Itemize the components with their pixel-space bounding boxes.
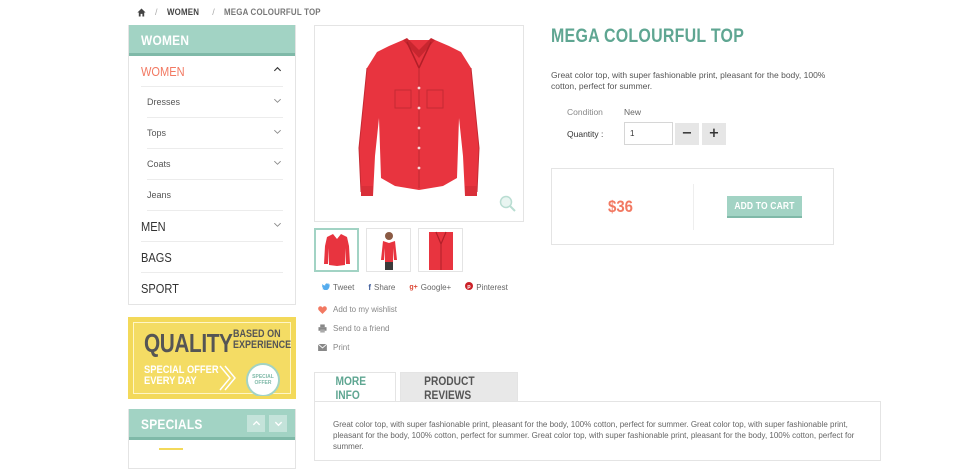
envelope-icon — [318, 344, 327, 351]
sidebar-item-label: SPORT — [141, 281, 179, 296]
quality-banner[interactable]: QUALITY BASED ON EXPERIENCE SPECIAL OFFE… — [128, 317, 296, 399]
sidebar-item-women[interactable]: WOMEN — [141, 56, 283, 87]
breadcrumb: / WOMEN / MEGA COLOURFUL TOP — [137, 5, 334, 19]
zoom-icon[interactable] — [499, 195, 517, 215]
sidebar-item-label: Jeans — [147, 190, 172, 200]
tweet-button[interactable]: Tweet — [322, 282, 354, 292]
product-short-description: Great color top, with super fashionable … — [551, 70, 826, 91]
facebook-icon: f — [368, 282, 372, 292]
product-condition: Condition New — [567, 105, 641, 119]
buy-box: $36 ADD TO CART — [551, 168, 834, 245]
quantity-label: Quantity : — [567, 128, 604, 139]
sidebar-item-bags[interactable]: BAGS — [141, 242, 283, 273]
sidebar-item-label: Coats — [147, 159, 171, 169]
google-plus-icon: g+ — [409, 283, 418, 291]
chevron-down-icon[interactable] — [273, 220, 281, 228]
chevron-down-icon[interactable] — [273, 127, 281, 135]
specials-item-preview — [129, 440, 295, 466]
breadcrumb-women[interactable]: WOMEN — [167, 7, 199, 17]
sidebar-item-coats[interactable]: Coats — [147, 149, 283, 180]
divider — [693, 184, 694, 230]
category-block: WOMEN WOMEN Dresses Tops Coats Jeans MEN… — [128, 25, 296, 305]
facebook-share-button[interactable]: f Share — [368, 282, 395, 292]
pinterest-button[interactable]: p Pinterest — [465, 282, 508, 292]
breadcrumb-separator: / — [155, 7, 158, 17]
category-block-title: WOMEN — [129, 25, 295, 56]
sidebar-item-label: Tops — [147, 128, 167, 138]
product-tabs: MORE INFO PRODUCT REVIEWS — [314, 372, 518, 402]
pinterest-icon: p — [465, 282, 474, 292]
share-bar: Tweet f Share g+ Google+ p Pinterest — [322, 282, 508, 292]
banner-subheading: BASED ON EXPERIENCE — [233, 328, 292, 351]
add-to-cart-button[interactable]: ADD TO CART — [727, 196, 802, 218]
chevron-right-icon — [218, 365, 236, 393]
sidebar: WOMEN WOMEN Dresses Tops Coats Jeans MEN… — [128, 25, 296, 469]
sidebar-item-dresses[interactable]: Dresses — [147, 87, 283, 118]
sidebar-item-jeans[interactable]: Jeans — [147, 180, 283, 211]
breadcrumb-current: MEGA COLOURFUL TOP — [223, 7, 321, 17]
print-link[interactable]: Print — [318, 338, 397, 357]
tab-more-info[interactable]: MORE INFO — [314, 372, 396, 402]
sidebar-item-men[interactable]: MEN — [141, 211, 283, 242]
specials-block: SPECIALS — [128, 409, 296, 469]
chevron-up-icon[interactable] — [247, 415, 265, 432]
product-actions: Add to my wishlist Send to a friend Prin… — [318, 300, 397, 357]
category-list: WOMEN Dresses Tops Coats Jeans MEN BAGS … — [129, 56, 295, 304]
chevron-down-icon[interactable] — [269, 415, 287, 432]
add-to-wishlist-link[interactable]: Add to my wishlist — [318, 300, 397, 319]
product-main-image[interactable] — [314, 25, 524, 222]
quantity-decrease-button[interactable]: − — [675, 122, 699, 145]
special-offer-badge: SPECIAL OFFER — [246, 363, 280, 396]
sidebar-item-label: MEN — [141, 218, 166, 234]
printer-icon — [318, 324, 327, 333]
condition-value: New — [624, 107, 642, 117]
thumbnail[interactable] — [366, 228, 411, 272]
chevron-down-icon[interactable] — [273, 96, 281, 104]
quantity-increase-button[interactable]: + — [702, 122, 726, 145]
red-shirt-image — [358, 38, 480, 196]
tab-content: Great color top, with super fashionable … — [314, 401, 881, 461]
tab-product-reviews[interactable]: PRODUCT REVIEWS — [400, 372, 518, 402]
banner-heading: QUALITY — [144, 328, 233, 358]
google-plus-button[interactable]: g+ Google+ — [409, 282, 451, 292]
chevron-down-icon[interactable] — [273, 158, 281, 166]
sidebar-item-tops[interactable]: Tops — [147, 118, 283, 149]
sidebar-item-label: BAGS — [141, 249, 172, 265]
banner-offer-text: SPECIAL OFFER EVERY DAY — [144, 364, 219, 387]
specials-title: SPECIALS — [129, 409, 295, 440]
condition-label: Condition — [567, 107, 603, 117]
heart-icon — [318, 305, 327, 314]
sidebar-item-sport[interactable]: SPORT — [141, 273, 283, 304]
sidebar-item-label: WOMEN — [141, 63, 185, 79]
chevron-up-icon[interactable] — [273, 65, 282, 73]
product-price: $36 — [608, 197, 633, 216]
product-title: MEGA COLOURFUL TOP — [551, 26, 745, 47]
thumbnail[interactable] — [418, 228, 463, 272]
breadcrumb-separator: / — [212, 7, 215, 17]
thumbnail[interactable] — [314, 228, 359, 272]
thumbnail-list — [314, 228, 463, 272]
quantity-input[interactable] — [624, 122, 673, 145]
twitter-icon — [322, 282, 330, 292]
svg-text:p: p — [468, 284, 472, 290]
home-icon[interactable] — [137, 7, 146, 17]
send-to-friend-link[interactable]: Send to a friend — [318, 319, 397, 338]
sidebar-item-label: Dresses — [147, 97, 181, 107]
quantity-stepper: Quantity : − + — [567, 122, 726, 145]
